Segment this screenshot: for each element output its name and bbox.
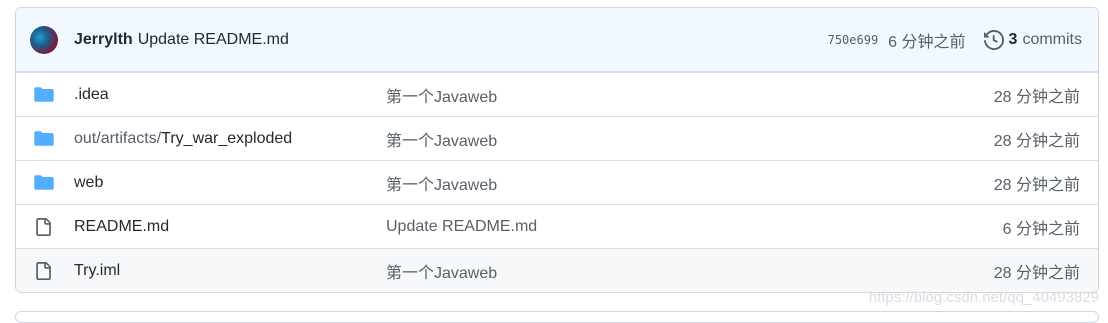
file-row[interactable]: README.md Update README.md 6 分钟之前 <box>16 204 1098 248</box>
avatar[interactable] <box>30 25 58 54</box>
file-row[interactable]: web 第一个Javaweb 28 分钟之前 <box>16 160 1098 204</box>
next-panel-edge <box>15 311 1099 323</box>
file-row[interactable]: .idea 第一个Javaweb 28 分钟之前 <box>16 72 1098 116</box>
file-name[interactable]: out/artifacts/Try_war_exploded <box>74 130 386 148</box>
commits-count: 3 <box>1008 30 1018 48</box>
file-commit-message[interactable]: 第一个Javaweb <box>386 171 994 195</box>
file-commit-message[interactable]: 第一个Javaweb <box>386 83 994 107</box>
folder-icon <box>34 174 56 191</box>
file-browser: Jerrylth Update README.md 750e699 6 分钟之前… <box>15 7 1099 293</box>
folder-icon <box>34 86 56 103</box>
file-commit-age: 28 分钟之前 <box>993 88 1080 106</box>
file-commit-age: 28 分钟之前 <box>993 132 1080 150</box>
commit-age: 6 分钟之前 <box>888 33 966 51</box>
watermark: https://blog.csdn.net/qq_40493829 <box>868 289 1099 306</box>
commit-message[interactable]: Update README.md <box>138 31 289 49</box>
file-row[interactable]: out/artifacts/Try_war_exploded 第一个Javawe… <box>16 116 1098 160</box>
file-commit-message[interactable]: 第一个Javaweb <box>386 127 994 151</box>
file-commit-age: 6 分钟之前 <box>1002 220 1080 238</box>
file-name[interactable]: .idea <box>74 86 386 104</box>
file-icon <box>34 261 56 281</box>
latest-commit-bar: Jerrylth Update README.md 750e699 6 分钟之前… <box>16 8 1098 72</box>
file-commit-age: 28 分钟之前 <box>993 176 1080 194</box>
file-name[interactable]: web <box>74 174 386 192</box>
commit-author[interactable]: Jerrylth <box>74 31 133 49</box>
file-row[interactable]: Try.iml 第一个Javaweb 28 分钟之前 <box>16 248 1098 292</box>
file-commit-age: 28 分钟之前 <box>993 264 1080 282</box>
file-name[interactable]: Try.iml <box>74 262 386 280</box>
commits-label: commits <box>1022 30 1082 48</box>
commits-link[interactable]: 3 commits <box>983 29 1082 50</box>
file-commit-message[interactable]: 第一个Javaweb <box>386 259 994 283</box>
history-icon <box>983 29 1004 50</box>
file-name[interactable]: README.md <box>74 218 386 236</box>
file-commit-message[interactable]: Update README.md <box>386 218 1003 236</box>
file-icon <box>34 217 56 237</box>
folder-icon <box>34 130 56 147</box>
commit-sha[interactable]: 750e699 <box>828 33 879 47</box>
